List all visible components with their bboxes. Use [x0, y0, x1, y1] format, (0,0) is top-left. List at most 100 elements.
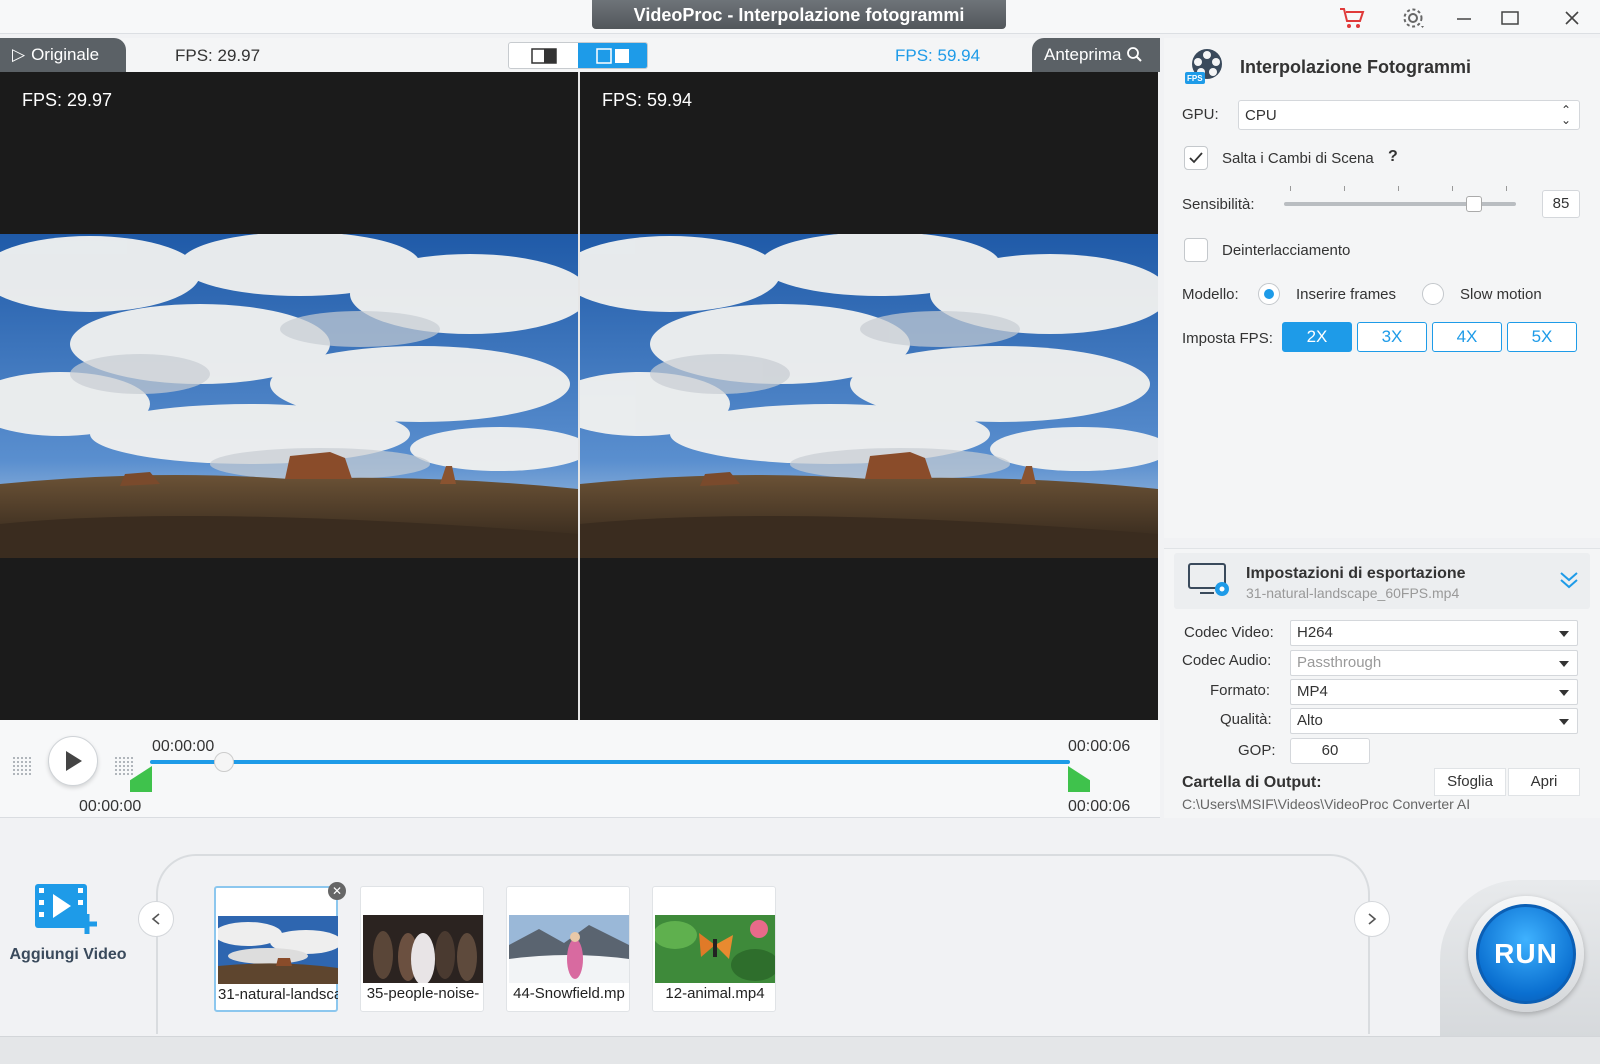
add-video-button[interactable]: Aggiungi Video [6, 880, 130, 964]
slider-tick [1290, 186, 1291, 191]
quality-select[interactable]: Alto [1290, 708, 1578, 734]
maximize-icon[interactable] [1490, 4, 1530, 32]
split-view-button[interactable] [578, 43, 647, 68]
codec-audio-value: Passthrough [1297, 654, 1382, 671]
skip-scene-label: Salta i Cambi di Scena [1222, 150, 1374, 167]
slider-tick [1344, 186, 1345, 191]
view-mode-toggle [508, 42, 648, 69]
sensitivity-label: Sensibilità: [1182, 196, 1255, 213]
thumbnail-name: 31-natural-landscape [218, 986, 338, 1003]
export-header[interactable]: Impostazioni di esportazione 31-natural-… [1174, 553, 1590, 609]
model-radio-insert[interactable] [1258, 283, 1280, 305]
quality-label: Qualità: [1220, 711, 1272, 728]
output-path: C:\Users\MSIF\Videos\VideoProc Converter… [1182, 796, 1471, 812]
search-icon [1127, 47, 1142, 62]
single-view-button[interactable] [509, 43, 578, 68]
slider-tick [1506, 186, 1507, 191]
export-settings-icon [1188, 563, 1229, 596]
format-select[interactable]: MP4 [1290, 679, 1578, 705]
thumbnail-image [509, 915, 629, 983]
total-time: 00:00:06 [1068, 738, 1131, 755]
gear-icon[interactable] [1394, 4, 1434, 32]
model-option-insert: Inserire frames [1296, 286, 1397, 303]
model-label: Modello: [1182, 286, 1239, 303]
playhead[interactable] [213, 752, 234, 772]
format-label: Formato: [1210, 682, 1271, 699]
codec-audio-label: Codec Audio: [1182, 652, 1272, 669]
slider-tick [1398, 186, 1399, 191]
fps-4x-button[interactable]: 4X [1432, 322, 1502, 352]
sensitivity-value[interactable]: 85 [1542, 190, 1580, 218]
preview-frame [580, 234, 1158, 558]
model-radio-slowmotion[interactable] [1422, 283, 1444, 305]
deinterlace-label: Deinterlacciamento [1222, 242, 1351, 259]
timeline-track[interactable] [150, 760, 1070, 764]
gop-input[interactable]: 60 [1290, 738, 1370, 764]
video-thumbnail[interactable]: 44-Snowfield.mp [506, 886, 630, 1012]
gpu-label: GPU: [1182, 106, 1219, 123]
drag-handle-right[interactable] [114, 756, 134, 776]
codec-audio-select[interactable]: Passthrough [1290, 650, 1578, 676]
dropdown-arrow-icon [1559, 661, 1569, 667]
open-button[interactable]: Apri [1508, 768, 1580, 796]
skip-scene-checkbox[interactable] [1184, 146, 1208, 170]
play-button[interactable] [48, 736, 98, 786]
close-icon[interactable] [1552, 4, 1592, 32]
add-video-icon [35, 884, 97, 934]
scroll-right-button[interactable] [1354, 901, 1390, 937]
video-thumbnail[interactable]: 12-animal.mp4 [652, 886, 776, 1012]
svg-text:FPS: FPS [1187, 74, 1203, 83]
preview-header: ▷ Originale FPS: 29.97 FPS: 59.94 Antepri… [0, 38, 1160, 72]
panel-header: FPS Interpolazione Fotogrammi [1184, 46, 1471, 88]
format-value: MP4 [1297, 683, 1328, 700]
fps-2x-button[interactable]: 2X [1282, 322, 1352, 352]
play-outline-icon: ▷ [12, 45, 26, 64]
fps-3x-button[interactable]: 3X [1357, 322, 1427, 352]
browse-button[interactable]: Sfoglia [1434, 768, 1506, 796]
codec-video-label: Codec Video: [1184, 624, 1274, 641]
codec-video-value: H264 [1297, 624, 1333, 641]
video-thumbnail[interactable]: ✕ 31-natural-landscape [214, 882, 346, 1012]
title-bar: VideoProc - Interpolazione fotogrammi [0, 0, 1600, 34]
fps-5x-button[interactable]: 5X [1507, 322, 1577, 352]
help-icon[interactable]: ? [1388, 148, 1398, 166]
gop-label: GOP: [1238, 742, 1276, 759]
tab-preview[interactable]: Anteprima [1032, 38, 1160, 72]
chevron-right-icon [1368, 913, 1377, 925]
scroll-left-button[interactable] [138, 901, 174, 937]
original-frame [0, 234, 578, 558]
sensitivity-slider-knob[interactable] [1466, 196, 1482, 212]
thumbnail-name: 44-Snowfield.mp [513, 985, 625, 1002]
tab-original[interactable]: ▷ Originale [0, 38, 126, 72]
thumbnail-name: 35-people-noise- [366, 985, 480, 1002]
panel-title: Interpolazione Fotogrammi [1240, 56, 1472, 77]
checkmark-icon [1189, 152, 1203, 164]
output-folder-label: Cartella di Output: [1182, 774, 1322, 791]
drag-handle-left[interactable] [12, 756, 32, 776]
model-option-slowmotion: Slow motion [1460, 286, 1542, 303]
thumbnail-image [218, 916, 338, 984]
tab-original-label: Originale [31, 45, 100, 64]
play-icon [66, 751, 82, 771]
chevron-double-down-icon [1560, 572, 1578, 589]
timeline: 00:00:00 00:00:06 00:00:00 00:00:06 [0, 720, 1160, 818]
cart-icon[interactable] [1332, 4, 1372, 32]
current-time: 00:00:00 [152, 738, 215, 755]
remove-video-icon[interactable]: ✕ [328, 882, 346, 900]
video-thumbnail[interactable]: 35-people-noise- [360, 886, 484, 1012]
codec-video-select[interactable]: H264 [1290, 620, 1578, 646]
thumbnail-name: 12-animal.mp4 [665, 985, 765, 1002]
run-button[interactable]: RUN [1476, 904, 1576, 1004]
trim-end-time: 00:00:06 [1068, 798, 1131, 815]
chevron-left-icon [151, 913, 160, 925]
window-title: VideoProc - Interpolazione fotogrammi [592, 0, 1006, 29]
thumbnail-image [363, 915, 483, 983]
run-button-ring: RUN [1468, 896, 1584, 1012]
deinterlace-checkbox[interactable] [1184, 238, 1208, 262]
gpu-select[interactable]: CPU ⌃ ⌄ [1238, 100, 1580, 130]
trim-end-handle[interactable] [1068, 766, 1090, 792]
dropdown-arrow-icon [1559, 631, 1569, 637]
minimize-icon[interactable] [1444, 4, 1484, 32]
fps-original: FPS: 29.97 [175, 46, 261, 65]
single-view-icon [530, 47, 557, 64]
